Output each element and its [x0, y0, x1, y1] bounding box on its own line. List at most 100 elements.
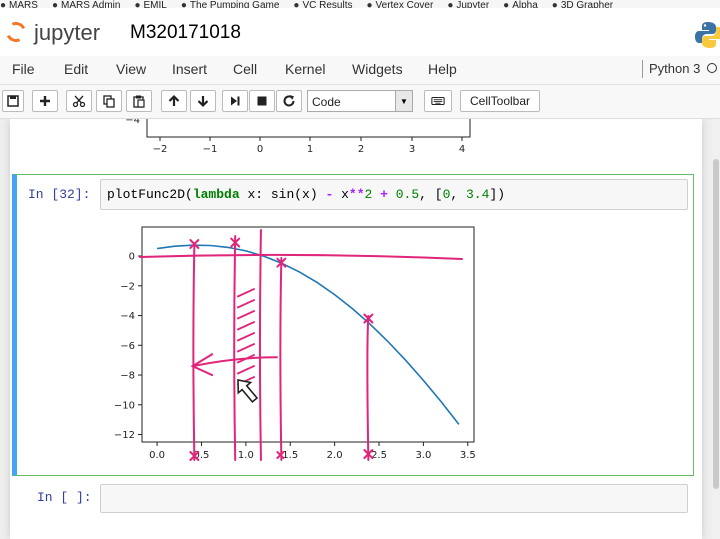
copy-button[interactable]: [96, 90, 122, 112]
insert-cell-button[interactable]: [32, 90, 58, 112]
code-paren: (: [185, 187, 193, 202]
bookmark-item[interactable]: ● VC Results: [293, 0, 352, 8]
arrow-down-icon: [197, 96, 209, 108]
menu-widgets[interactable]: Widgets: [352, 61, 403, 77]
bookmark-icon: ●: [51, 0, 58, 8]
code-func: plotFunc2D: [107, 187, 186, 202]
code-tail: , [: [419, 187, 443, 202]
y-tick-label: −12: [114, 430, 135, 441]
x-tick-label: 1.5: [282, 450, 298, 461]
bookmark-item[interactable]: ● Jupyter: [447, 0, 489, 8]
menu-view[interactable]: View: [116, 61, 146, 77]
celltoolbar-button[interactable]: CellToolbar: [460, 90, 540, 112]
paste-icon: [133, 95, 145, 108]
cell-type-select[interactable]: Code ▼: [307, 90, 413, 112]
code-end: ]): [489, 187, 505, 202]
cut-button[interactable]: [66, 90, 92, 112]
copy-icon: [103, 95, 115, 108]
code-cell-32[interactable]: plotFunc2D(lambda x: sin(x) - x**2 + 0.5…: [100, 179, 688, 210]
bookmark-label: EMIL: [143, 0, 167, 8]
previous-plot-output: −2 −1 0 1 2 3 4 −4: [125, 119, 471, 155]
prev-xtick-label: −2: [153, 144, 168, 155]
bookmark-item[interactable]: ● Vertex Cover: [366, 0, 433, 8]
x-tick-label: 1.0: [238, 450, 254, 461]
bookmark-icon: ●: [551, 0, 558, 8]
keyboard-icon: [431, 96, 445, 106]
chevron-down-icon: ▼: [395, 91, 412, 111]
move-down-button[interactable]: [190, 90, 216, 112]
axes-frame: [141, 226, 475, 443]
plus-icon: [40, 96, 50, 106]
y-tick-label: −4: [120, 311, 135, 322]
menu-kernel[interactable]: Kernel: [285, 61, 325, 77]
bookmark-item[interactable]: ● MARS Admin: [52, 0, 121, 8]
kernel-name: Python 3: [642, 60, 700, 78]
code-var: x: sin(x): [239, 187, 326, 202]
empty-code-cell[interactable]: [100, 484, 688, 513]
code-mid: x: [333, 187, 349, 202]
bookmark-label: MARS Admin: [61, 0, 121, 8]
bookmark-icon: ●: [0, 0, 7, 8]
refresh-icon: [283, 95, 295, 107]
previous-plot-axes: −2 −1 0 1 2 3 4 −4: [125, 119, 471, 155]
prev-xtick-label: 2: [358, 144, 364, 155]
prev-xtick-label: 0: [257, 144, 263, 155]
paste-button[interactable]: [126, 90, 152, 112]
interrupt-button[interactable]: [249, 90, 275, 112]
jupyter-logo-icon[interactable]: [3, 19, 29, 45]
bookmark-icon: ●: [293, 0, 300, 8]
prev-xtick-label: 1: [307, 144, 313, 155]
kernel-status-icon: [707, 63, 717, 73]
restart-button[interactable]: [276, 90, 302, 112]
cell-prompt-32: In [32]:: [28, 187, 91, 202]
save-button[interactable]: [2, 90, 24, 112]
prev-xtick-label: 3: [409, 144, 415, 155]
jupyter-logo-text[interactable]: jupyter: [34, 20, 100, 46]
page-scrollbar[interactable]: [712, 119, 720, 539]
x-tick-label: 3.5: [460, 450, 476, 461]
command-palette-button[interactable]: [424, 90, 452, 112]
menu-insert[interactable]: Insert: [172, 61, 207, 77]
bookmark-icon: ●: [180, 0, 187, 8]
y-tick-label: −2: [120, 281, 135, 292]
code-num-34: 3.4: [465, 187, 490, 202]
menu-help[interactable]: Help: [428, 61, 457, 77]
code-line[interactable]: plotFunc2D(lambda x: sin(x) - x**2 + 0.5…: [107, 187, 505, 202]
plot-axes: 0.0 0.5 1.0 1.5 2.0 2.5 3.0 3.50−2−4−6−8−10−12: [114, 226, 476, 461]
menu-edit[interactable]: Edit: [64, 61, 88, 77]
menu-cell[interactable]: Cell: [233, 61, 257, 77]
x-tick-label: 0.0: [149, 450, 165, 461]
vertical-line-annotation: [366, 315, 370, 461]
vertical-line-annotation: [192, 243, 196, 461]
bookmark-label: Alpha: [512, 0, 538, 8]
bookmark-label: Vertex Cover: [375, 0, 434, 8]
notebook-title[interactable]: M320171018: [130, 22, 241, 44]
y-tick-label: 0: [129, 252, 135, 263]
bookmark-item[interactable]: ● 3D Grapher: [552, 0, 613, 8]
bookmark-item[interactable]: ● Alpha: [503, 0, 538, 8]
save-icon: [7, 95, 19, 107]
bookmark-item[interactable]: ● EMIL: [134, 0, 166, 8]
vertical-line-annotation: [233, 235, 237, 461]
menu-file[interactable]: File: [12, 61, 35, 77]
y-tick-label: −10: [114, 400, 135, 411]
bookmark-item[interactable]: ● The Pumping Game: [181, 0, 280, 8]
bookmark-label: 3D Grapher: [560, 0, 614, 8]
scrollbar-thumb[interactable]: [713, 159, 719, 489]
bookmark-label: MARS: [9, 0, 38, 8]
bookmark-icon: ●: [366, 0, 373, 8]
vertical-line-annotation: [279, 257, 283, 461]
y-tick-label: −6: [120, 341, 135, 352]
x-tick-label: 2.0: [327, 450, 343, 461]
code-op-pow: **: [348, 187, 365, 202]
prev-axes-frame: [146, 119, 471, 138]
move-up-button[interactable]: [161, 90, 187, 112]
bookmark-item[interactable]: ● MARS: [0, 0, 38, 8]
python-logo-icon: [695, 22, 720, 48]
cell-prompt-empty: In [ ]:: [37, 490, 92, 505]
bookmarks-bar: ● MARS ● MARS Admin ● EMIL ● The Pumping Game ● V…: [0, 0, 720, 8]
bookmark-label: VC Results: [302, 0, 353, 8]
prev-ytick-label: −4: [125, 119, 140, 126]
run-button[interactable]: [222, 90, 248, 112]
prev-xtick-label: −1: [203, 144, 218, 155]
